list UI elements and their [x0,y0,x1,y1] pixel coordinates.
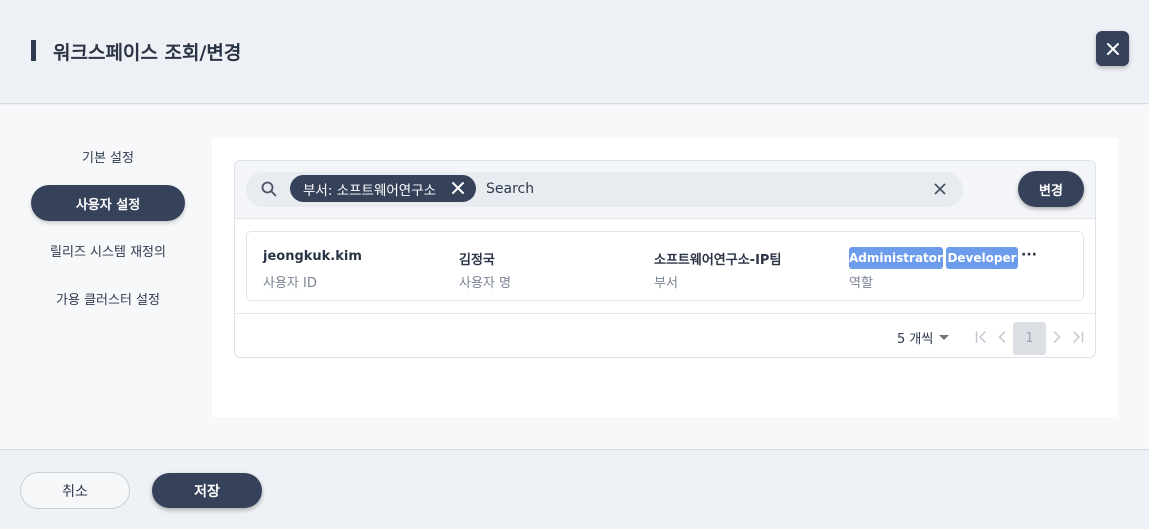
user-id-label: 사용자 ID [263,276,317,291]
close-icon [1106,42,1119,55]
role-badge-developer: Developer [946,247,1018,269]
last-page-icon[interactable] [1071,330,1085,344]
page-size-select[interactable]: 5 개씩 [897,328,950,347]
clear-search-icon[interactable] [933,182,947,196]
title-accent-bar [31,40,36,61]
save-button[interactable]: 저장 [152,473,262,508]
user-name-value: 김정국 [459,253,495,268]
chip-remove-icon[interactable] [451,181,465,195]
page-number-button[interactable]: 1 [1013,322,1046,355]
search-icon [261,181,277,197]
sidebar-item-cluster-settings[interactable]: 가용 클러스터 설정 [31,280,185,316]
user-name-label: 사용자 명 [459,276,511,291]
change-button[interactable]: 변경 [1018,171,1084,207]
user-id-value: jeongkuk.kim [263,249,362,264]
first-page-icon[interactable] [974,330,988,344]
page-size-value: 5 개씩 [897,332,934,347]
department-filter-chip[interactable]: 부서: 소프트웨어연구소 [290,175,476,202]
department-label: 부서 [654,276,678,291]
roles-label: 역할 [849,276,873,291]
caret-down-icon [939,335,950,340]
role-badge-administrator: Administrator [849,247,943,269]
close-button[interactable] [1096,31,1129,66]
cancel-button[interactable]: 취소 [20,472,130,509]
more-roles-button[interactable]: ··· [1021,247,1037,263]
prev-page-icon[interactable] [995,330,1009,344]
divider [235,313,1095,314]
sidebar-item-basic-settings[interactable]: 기본 설정 [31,138,185,174]
department-value: 소프트웨어연구소-IP팀 [654,253,782,268]
next-page-icon[interactable] [1050,330,1064,344]
dialog-title: 워크스페이스 조회/변경 [53,42,242,64]
search-input[interactable] [486,175,916,202]
filter-chip-label: 부서: 소프트웨어연구소 [303,182,437,199]
sidebar-item-release-system-override[interactable]: 릴리즈 시스템 재정의 [31,232,185,268]
sidebar-item-user-settings[interactable]: 사용자 설정 [31,185,185,221]
